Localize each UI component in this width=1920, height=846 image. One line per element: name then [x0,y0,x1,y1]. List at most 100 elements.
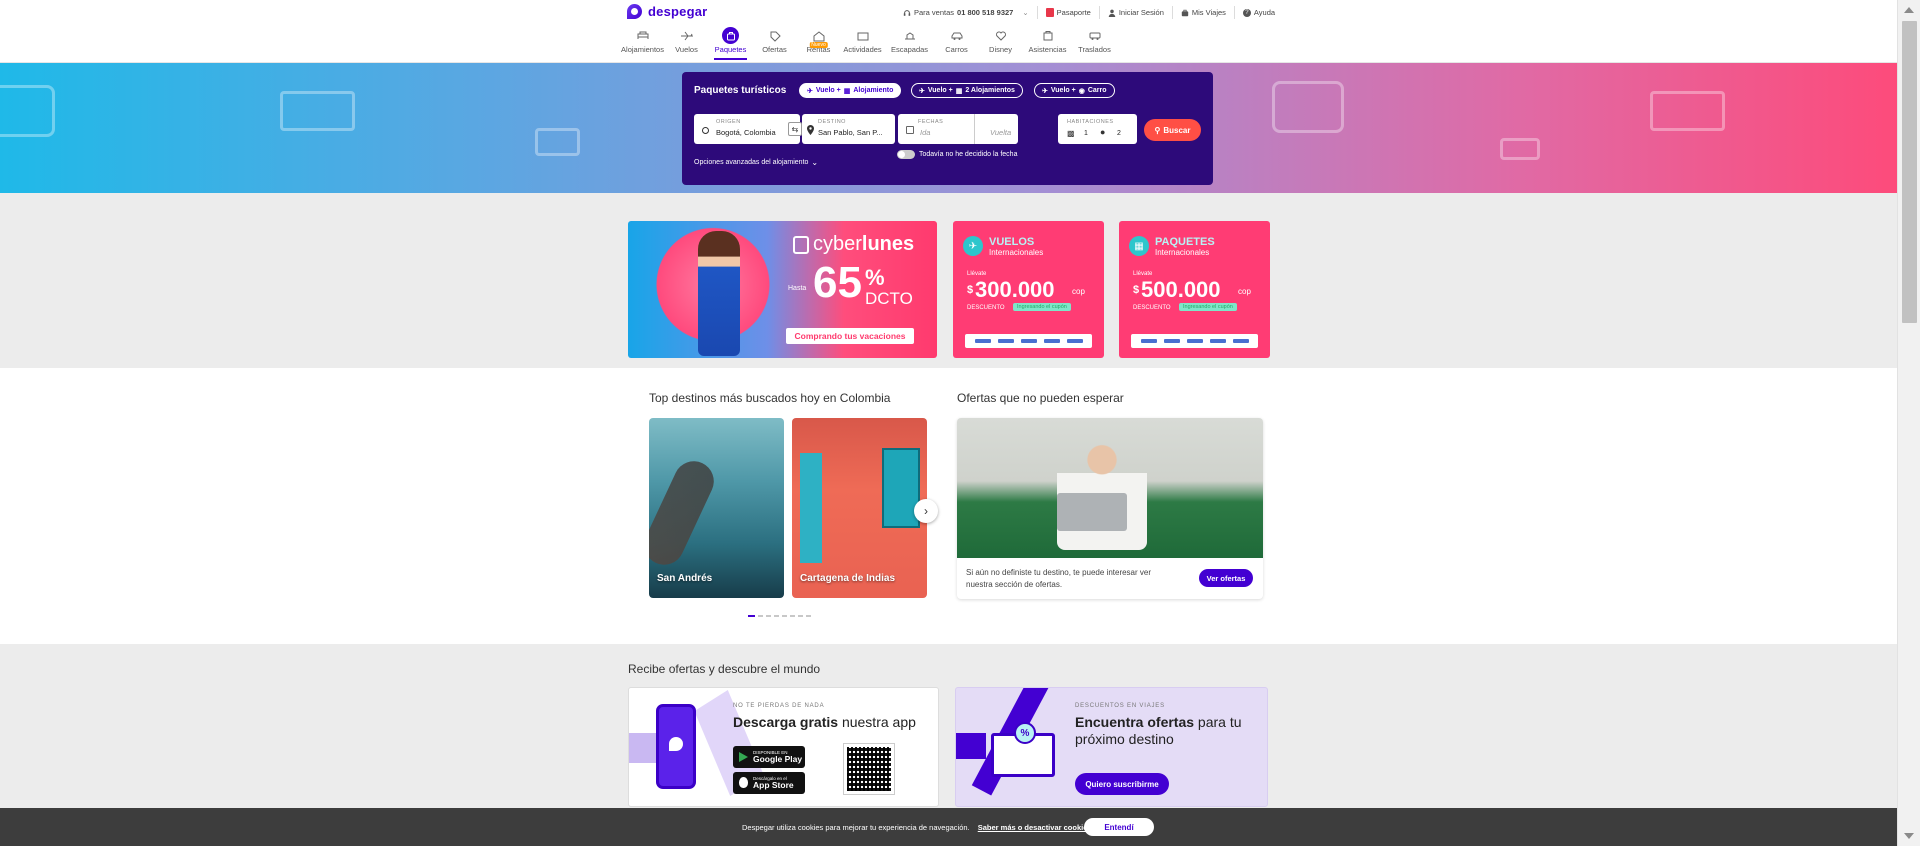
chip-vuelo-carro[interactable]: ✈ Vuelo + ◉ Carro [1034,83,1115,98]
plane-icon [680,31,693,41]
despegar-logo[interactable]: despegar [627,4,707,19]
no-date-toggle[interactable] [897,150,915,159]
app-headline: Descarga gratis nuestra app [733,714,916,730]
search-button[interactable]: ⚲ Buscar [1144,119,1201,141]
pasaporte-icon [1045,8,1054,17]
page-scrollbar[interactable] [1897,0,1920,846]
nav-paquetes[interactable]: Paquetes [710,27,751,60]
help-icon: ? [1242,8,1251,17]
nav-alojamientos[interactable]: Alojamientos [621,30,664,54]
person-icon: ● [1100,127,1106,137]
app-store-button[interactable]: Descárgalo en el App Store [733,772,805,794]
currency-symbol: $ [967,284,974,296]
carousel-dot[interactable] [790,615,795,617]
carousel-dot[interactable] [774,615,779,617]
chip-vuelo-alojamiento[interactable]: ✈ Vuelo + ▦ Alojamiento [799,83,902,98]
newsletter-kicker: DESCUENTOS EN VIAJES [1075,703,1165,709]
chip-vuelo-2-alojamientos[interactable]: ✈ Vuelo + ▦ 2 Alojamientos [911,83,1023,98]
carousel-dot[interactable] [782,615,787,617]
vuelos-amount: 300.000 [975,277,1055,302]
paquetes-internacionales-banner[interactable]: ▦ PAQUETES Internacionales Llévate $ 500… [1119,221,1270,358]
destination-label: San Andrés [657,573,713,584]
nav-label: Asistencias [1028,45,1067,54]
destination-field[interactable]: DESTINO San Pablo, San P... [802,114,895,144]
currency-symbol: $ [1133,284,1140,296]
chip-label: Vuelo + [927,87,953,94]
cta-button[interactable]: Comprando tus vacaciones [786,328,914,344]
rooms-field[interactable]: HABITACIONES ▩ 1 ● 2 [1058,114,1137,144]
product-nav: Alojamientos Vuelos Paquetes Ofertas Nue… [621,27,1118,60]
dates-label: FECHAS [918,119,944,125]
nav-rentas[interactable]: Nuevo Rentas [798,30,839,54]
vuelos-internacionales-banner[interactable]: ✈ VUELOS Internacionales Llévate $ 300.0… [953,221,1104,358]
tag-icon [770,31,781,42]
car-icon: ◉ [1078,87,1085,95]
nav-asistencias[interactable]: Asistencias [1024,30,1071,54]
woman-laptop-photo [957,418,1263,558]
carousel-next-button[interactable]: › [914,499,938,523]
search-title: Paquetes turísticos [694,85,787,96]
nav-disney[interactable]: Disney [980,30,1021,54]
newsletter-card: % DESCUENTOS EN VIAJES Encuentra ofertas… [955,687,1268,807]
car-icon [951,32,962,40]
app-headline-rest: nuestra app [838,714,916,730]
my-trips-link[interactable]: Mis Viajes [1173,6,1235,19]
login-link[interactable]: Iniciar Sesión [1100,6,1173,19]
rooms-label: HABITACIONES [1067,119,1114,125]
sales-phone[interactable]: Para ventas 01 800 518 9327 ⌄ [895,6,1038,19]
cyber-text: cyber [813,233,862,255]
carousel-dot[interactable] [798,615,803,617]
carousel-dot[interactable] [758,615,763,617]
cyberlunes-logo: cyber lunes [793,233,914,256]
swap-button[interactable]: ⇆ [788,122,802,136]
ver-ofertas-button[interactable]: Ver ofertas [1199,569,1253,587]
dcto-label: DCTO [865,289,913,308]
phone-icon [656,704,696,789]
destination-card-san-andres[interactable]: San Andrés [649,418,784,598]
google-play-icon [739,752,748,762]
offers-card: Si aún no definiste tu destino, te puede… [957,418,1263,599]
nav-carros[interactable]: Carros [936,30,977,54]
transfer-icon [1089,32,1100,40]
subscribe-button[interactable]: Quiero suscribirme [1075,773,1169,795]
scrollbar-thumb[interactable] [1902,21,1917,323]
chevron-down-icon[interactable]: ⌄ [1022,8,1028,17]
scroll-up-arrow-icon[interactable] [1904,7,1914,13]
pasaporte-link[interactable]: Pasaporte [1038,6,1100,19]
cookie-text: Despegar utiliza cookies para mejorar tu… [742,823,970,832]
dates-field[interactable]: FECHAS Ida Vuelta [898,114,1018,144]
nav-ofertas[interactable]: Ofertas [754,30,795,54]
google-play-label: Google Play [753,754,803,764]
advanced-options-link[interactable]: Opciones avanzadas del alojamiento ⌄ [694,158,818,167]
offers-description: Si aún no definiste tu destino, te puede… [966,568,1152,589]
carousel-dot[interactable] [748,615,755,617]
bed-icon [637,31,648,39]
airline-logos [1131,334,1258,348]
lunes-text: lunes [861,233,915,255]
help-link[interactable]: ? Ayuda [1235,6,1283,19]
ticket-decoration [1650,91,1725,131]
nav-label: Actividades [843,45,882,54]
nav-actividades[interactable]: Actividades [842,30,883,54]
origin-icon [702,127,709,134]
nav-traslados[interactable]: Traslados [1074,30,1115,54]
google-play-button[interactable]: DISPONIBLE EN Google Play [733,746,805,768]
cyberlunes-banner[interactable]: cyber lunes Hasta 65 % DCTO Comprando tus… [628,221,937,358]
nav-escapadas[interactable]: Escapadas [886,30,933,54]
nav-label: Disney [989,45,1012,54]
origin-field[interactable]: ORIGEN Bogotá, Colombia [694,114,800,144]
door-photo [800,453,822,563]
laptop [1057,493,1127,531]
scroll-down-arrow-icon[interactable] [1904,833,1914,839]
chip-label: Vuelo + [815,87,841,94]
destination-card-cartagena[interactable]: Cartagena de Indias [792,418,927,598]
carousel-dot[interactable] [766,615,771,617]
location-pin-icon [807,125,814,135]
carousel-dot[interactable] [806,615,811,617]
cookie-accept-button[interactable]: Entendí [1084,818,1154,836]
plane-icon: ✈ [807,87,813,95]
carousel-pagination [748,615,811,617]
nav-vuelos[interactable]: Vuelos [666,30,707,54]
cookie-settings-link[interactable]: Saber más o desactivar cookies. [978,823,1094,832]
ticket-decoration [1500,138,1540,160]
